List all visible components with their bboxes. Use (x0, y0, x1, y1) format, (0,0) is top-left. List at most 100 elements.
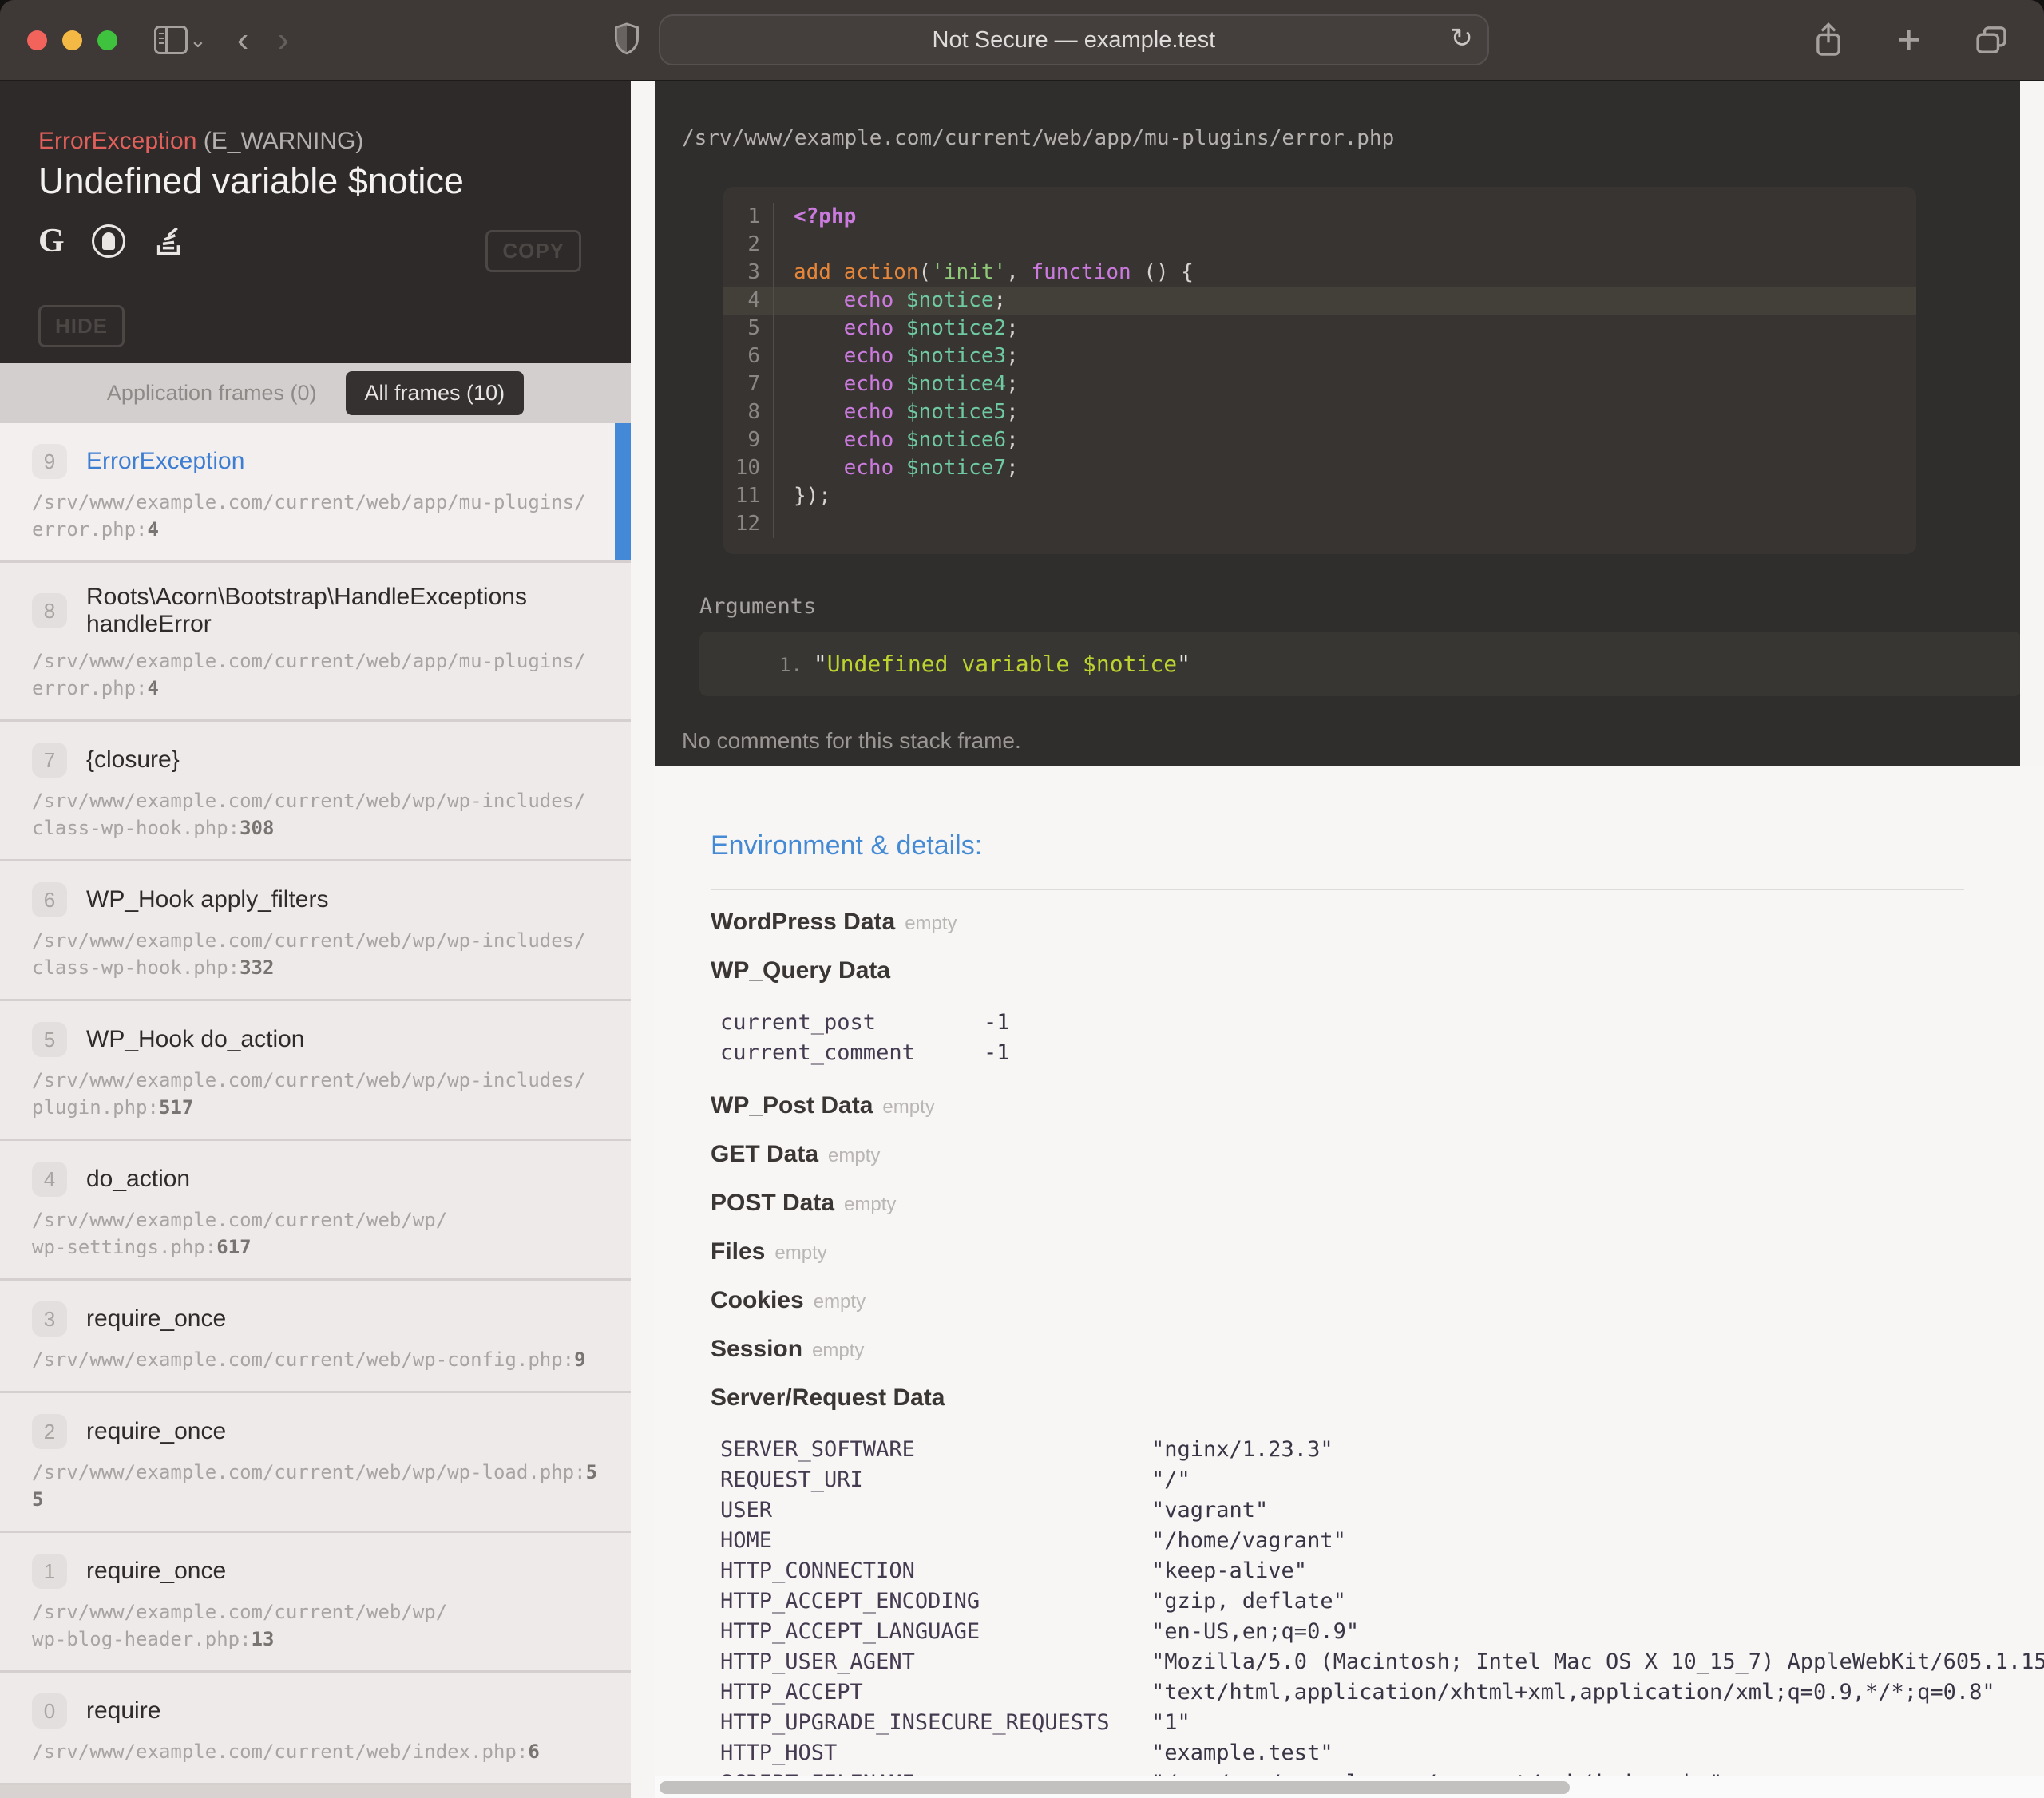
code-line-number: 6 (723, 343, 774, 370)
forward-icon: › (277, 22, 289, 57)
share-button[interactable] (1812, 22, 1844, 58)
copy-button[interactable]: COPY (485, 230, 581, 272)
active-frame-indicator (615, 423, 631, 560)
new-tab-button[interactable]: + (1897, 24, 1921, 56)
frame-line-number: 4 (148, 677, 159, 699)
frame-file-path: /srv/www/example.com/current/web/wp/ wp-… (32, 1598, 599, 1653)
close-window-button[interactable] (27, 30, 47, 50)
tab-overview-button[interactable] (1974, 23, 2009, 57)
frame-file-path: /srv/www/example.com/current/web/app/mu-… (32, 489, 599, 543)
stack-frame[interactable]: 9ErrorException/srv/www/example.com/curr… (0, 423, 631, 563)
table-key: HTTP_ACCEPT_LANGUAGE (720, 1619, 1151, 1644)
code-line-number: 1 (723, 203, 774, 231)
code-block: 1<?php2 3add_action('init', function () … (723, 187, 1916, 554)
horizontal-scrollbar[interactable] (655, 1776, 2044, 1798)
frame-line-number: 9 (574, 1348, 585, 1371)
stack-frame[interactable]: 0require/srv/www/example.com/current/web… (0, 1673, 631, 1785)
environment-tables: WordPress DataemptyWP_Query Datacurrent_… (711, 906, 1964, 1798)
code-line-content: echo $notice; (774, 287, 1006, 315)
environment-subsection-title: WP_Post Data (711, 1092, 873, 1119)
back-button[interactable]: ‹ (237, 22, 249, 57)
details-panel: /srv/www/example.com/current/web/app/mu-… (655, 81, 2044, 1798)
table-row: HTTP_UPGRADE_INSECURE_REQUESTS"1" (720, 1707, 1964, 1737)
stack-frame[interactable]: 5WP_Hook do_action/srv/www/example.com/c… (0, 1001, 631, 1141)
sidebar-scrollbar-gutter[interactable] (631, 81, 655, 1798)
frame-line-number: 617 (216, 1236, 251, 1258)
frame-index-badge: 4 (32, 1162, 67, 1197)
reload-icon[interactable]: ↻ (1450, 22, 1473, 54)
table-row: HOME"/home/vagrant" (720, 1525, 1964, 1555)
empty-badge: empty (812, 1340, 864, 1361)
zoom-window-button[interactable] (97, 30, 117, 50)
code-line: 11}); (723, 482, 1916, 510)
stack-frame[interactable]: 6WP_Hook apply_filters/srv/www/example.c… (0, 861, 631, 1001)
frame-function-name: require_once (86, 1418, 226, 1445)
frame-index-badge: 0 (32, 1693, 67, 1729)
stack-frame[interactable]: 1require_once/srv/www/example.com/curren… (0, 1533, 631, 1673)
whoops-sidebar: ErrorException (E_WARNING) Undefined var… (0, 81, 631, 1798)
code-line: 2 (723, 231, 1916, 259)
frame-file-path: /srv/www/example.com/current/web/wp/ wp-… (32, 1206, 599, 1261)
stack-frame[interactable]: 8Roots\Acorn\Bootstrap\HandleExceptions … (0, 563, 631, 722)
page-content: ErrorException (E_WARNING) Undefined var… (0, 81, 2044, 1798)
address-bar[interactable]: Not Secure — example.test ↻ (659, 14, 1489, 65)
table-value: "nginx/1.23.3" (1151, 1437, 1333, 1462)
privacy-shield-icon[interactable] (612, 22, 641, 59)
table-row: HTTP_HOST"example.test" (720, 1737, 1964, 1768)
environment-subsection-title: GET Data (711, 1141, 818, 1167)
table-key: SERVER_SOFTWARE (720, 1437, 1151, 1462)
frame-code-panel: /srv/www/example.com/current/web/app/mu-… (655, 81, 2044, 766)
code-line-number: 5 (723, 315, 774, 343)
environment-subsection-title: Cookies (711, 1287, 804, 1313)
minimize-window-button[interactable] (62, 30, 82, 50)
browser-toolbar: ⌄ ‹ › Not Secure — example.test ↻ + (0, 0, 2044, 81)
code-line-content: echo $notice4; (774, 370, 1019, 398)
forward-button[interactable]: › (277, 22, 289, 57)
table-row: current_comment-1 (720, 1037, 1964, 1067)
table-key: USER (720, 1498, 1151, 1523)
table-value: "Mozilla/5.0 (Macintosh; Intel Mac OS X … (1151, 1649, 2044, 1674)
horizontal-scrollbar-thumb[interactable] (660, 1781, 1570, 1794)
empty-badge: empty (905, 913, 957, 934)
arguments-label: Arguments (699, 594, 2044, 619)
tab-application-frames[interactable]: Application frames (0) (107, 381, 317, 406)
browser-window: ⌄ ‹ › Not Secure — example.test ↻ + (0, 0, 2044, 1798)
frame-index-badge: 3 (32, 1301, 67, 1337)
hide-button[interactable]: HIDE (38, 305, 125, 347)
code-line: 7 echo $notice4; (723, 370, 1916, 398)
exception-level-text: (E_WARNING) (204, 128, 364, 154)
code-line-content (774, 510, 806, 538)
environment-heading: Environment & details: (711, 830, 1964, 861)
stack-frame[interactable]: 7{closure}/srv/www/example.com/current/w… (0, 722, 631, 861)
code-file-path: /srv/www/example.com/current/web/app/mu-… (682, 125, 2044, 151)
environment-section: Environment & details: WordPress Dataemp… (655, 766, 2044, 1798)
table-row: HTTP_ACCEPT_ENCODING"gzip, deflate" (720, 1586, 1964, 1616)
table-value: "keep-alive" (1151, 1558, 1307, 1583)
stack-frame[interactable]: 3require_once/srv/www/example.com/curren… (0, 1281, 631, 1393)
stack-frame[interactable]: 2require_once/srv/www/example.com/curren… (0, 1393, 631, 1533)
environment-subsection: GET Dataempty (711, 1139, 1964, 1174)
table-key: HTTP_ACCEPT_ENCODING (720, 1589, 1151, 1614)
duckduckgo-search-icon[interactable] (92, 224, 125, 258)
exception-header: ErrorException (E_WARNING) Undefined var… (0, 81, 631, 363)
argument-index: 1. (779, 654, 802, 676)
code-line-number: 12 (723, 510, 774, 538)
frame-line-number: 308 (240, 817, 274, 839)
environment-data-table: current_post-1current_comment-1 (720, 1007, 1964, 1067)
google-search-icon[interactable]: G (38, 222, 65, 260)
code-line-content: <?php (774, 203, 856, 231)
table-row: HTTP_USER_AGENT"Mozilla/5.0 (Macintosh; … (720, 1646, 1964, 1677)
stackoverflow-search-icon[interactable] (153, 221, 184, 262)
stack-frame[interactable]: 4do_action/srv/www/example.com/current/w… (0, 1141, 631, 1281)
tab-all-frames[interactable]: All frames (10) (346, 371, 525, 415)
chevron-down-icon: ⌄ (189, 28, 207, 53)
details-scrollbar-gutter[interactable] (2020, 81, 2044, 766)
environment-subsection: POST Dataempty (711, 1187, 1964, 1223)
table-value: "gzip, deflate" (1151, 1589, 1346, 1614)
frame-function-name: WP_Hook do_action (86, 1026, 305, 1053)
empty-badge: empty (814, 1291, 866, 1313)
code-line-number: 4 (723, 287, 774, 315)
frame-function-name: ErrorException (86, 448, 244, 475)
frame-file-path: /srv/www/example.com/current/web/wp-conf… (32, 1346, 599, 1373)
sidebar-toggle-button[interactable]: ⌄ (154, 26, 207, 54)
